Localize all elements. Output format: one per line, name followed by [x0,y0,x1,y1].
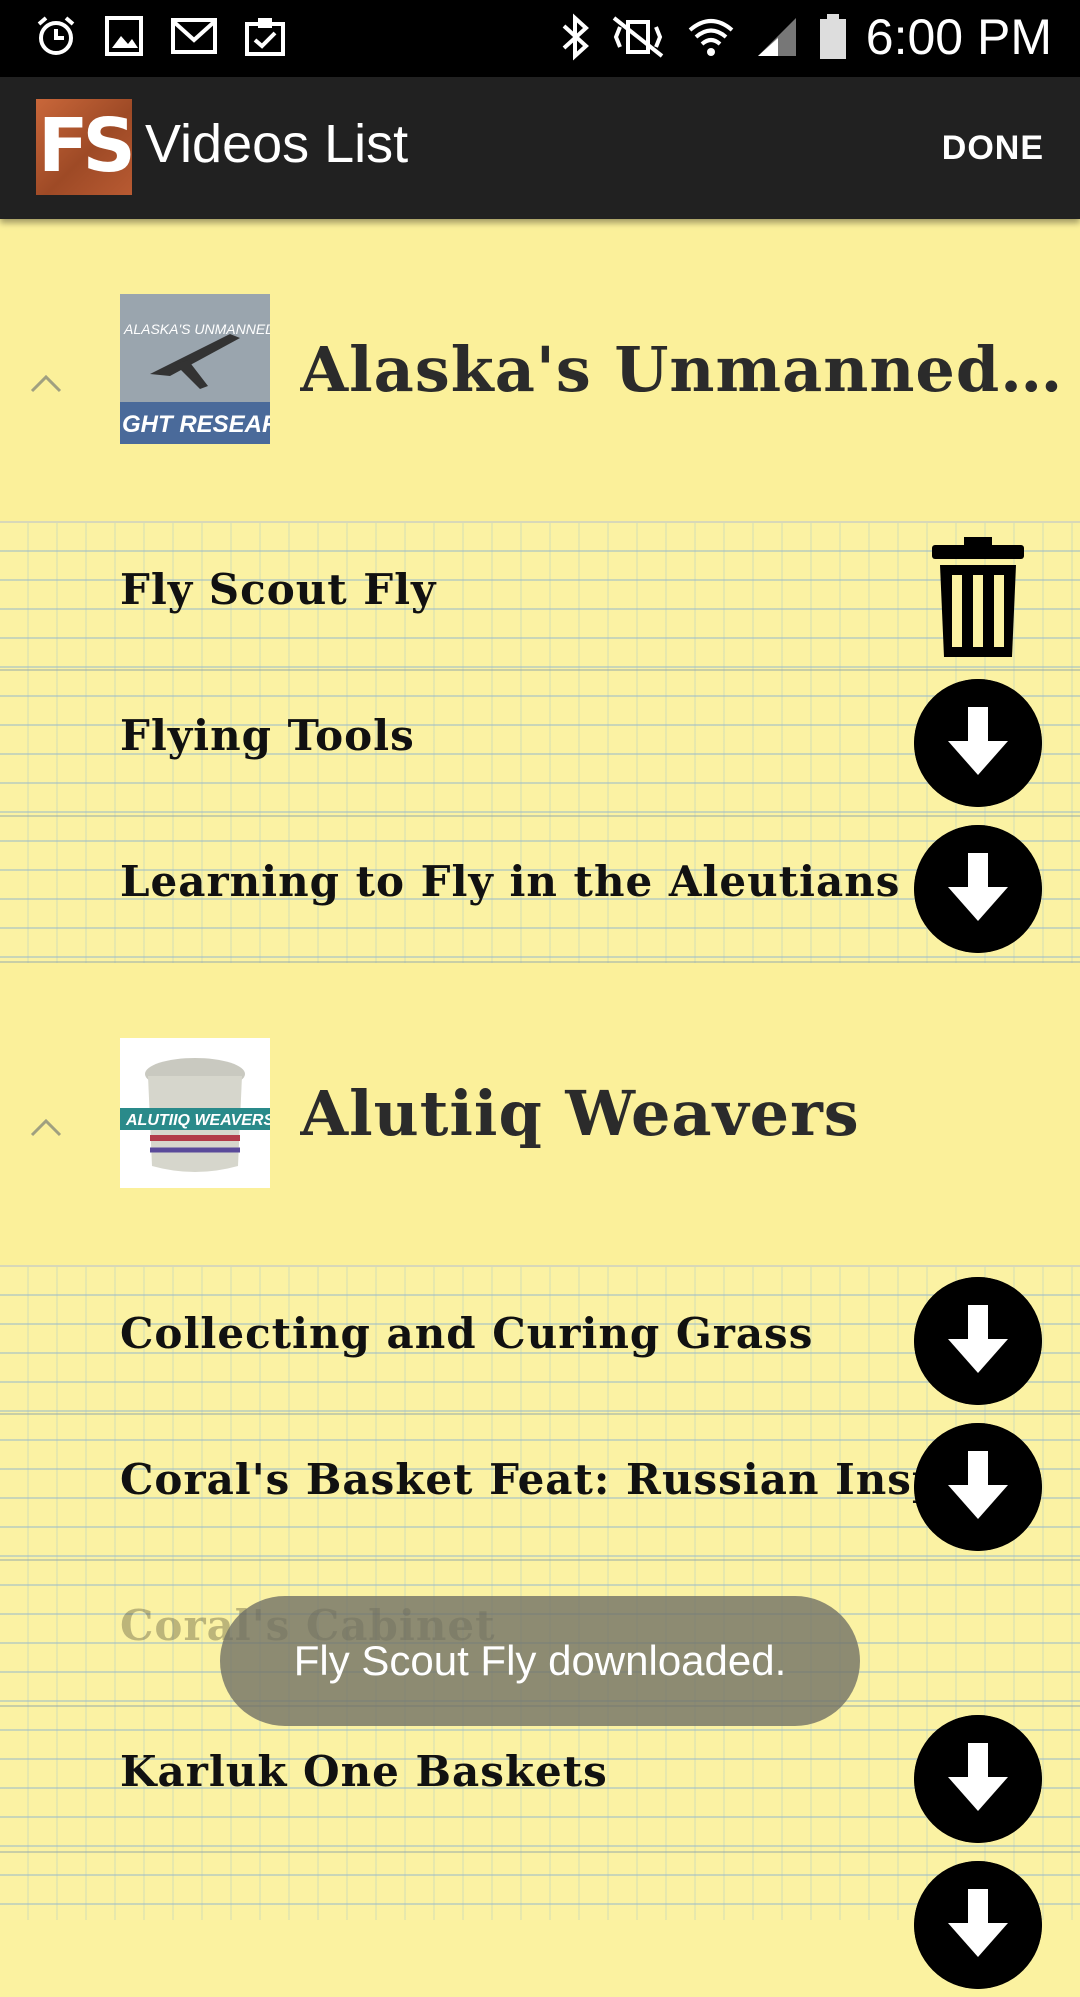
list-item[interactable]: Fly Scout Fly [0,523,1080,671]
download-icon[interactable] [914,679,1042,807]
battery-icon [819,14,846,59]
group-items-alaska: Fly Scout Fly Flying Tools Learning to F… [0,523,1080,963]
video-title: Learning to Fly in the Aleutians [120,857,901,906]
download-icon[interactable] [914,1715,1042,1843]
status-time: 6:00 PM [865,9,1052,65]
group-header-alutiiq[interactable]: ALUTIIQ WEAVERS Alutiiq Weavers [0,963,1080,1267]
group-thumbnail: ALUTIIQ WEAVERS [120,1038,274,1188]
thumbnail-caption: ALUTIIQ WEAVERS [125,1112,270,1129]
download-icon[interactable] [914,1277,1042,1405]
thumbnail-caption-top: ALASKA'S UNMANNED [123,321,270,337]
list-item[interactable] [0,1851,1080,1997]
clipboard-check-icon [245,18,285,56]
video-title: Karluk One Baskets [120,1747,608,1796]
list-item[interactable]: Karluk One Baskets [0,1705,1080,1853]
thumbnail-caption-bottom: GHT RESEAR [122,411,270,438]
video-title: Coral's Basket Feat: Russian Inspired [120,1455,1041,1504]
list-item[interactable]: Learning to Fly in the Aleutians [0,815,1080,963]
list-item[interactable]: Coral's Basket Feat: Russian Inspired [0,1413,1080,1561]
chevron-up-icon[interactable] [28,365,64,401]
video-title: Flying Tools [120,711,415,760]
gmail-icon [171,18,217,54]
list-item[interactable]: Flying Tools [0,669,1080,817]
app-logo: FS [36,99,136,195]
group-items-alutiiq: Collecting and Curing Grass Coral's Bask… [0,1267,1080,1989]
group-title: Alutiiq Weavers [300,1077,860,1150]
action-bar: FS Videos List DONE [0,77,1080,219]
signal-icon [757,18,796,56]
aircraft-thumbnail-image: ALASKA'S UNMANNED GHT RESEAR [120,294,280,444]
list-item[interactable]: Collecting and Curing Grass [0,1267,1080,1415]
group-thumbnail: ALASKA'S UNMANNED GHT RESEAR [120,294,280,444]
download-icon[interactable] [914,1423,1042,1551]
group-header-alaska[interactable]: ALASKA'S UNMANNED GHT RESEAR Alaska's Un… [0,219,1080,523]
download-icon[interactable] [914,1861,1042,1989]
vibrate-off-icon [612,16,664,58]
video-title: Collecting and Curing Grass [120,1309,814,1358]
bluetooth-icon [562,13,589,61]
alarm-icon [37,16,75,55]
trash-icon[interactable] [926,531,1030,661]
toast-text: Fly Scout Fly downloaded. [293,1637,787,1684]
wifi-icon [688,19,734,56]
app-logo-text: FS [38,103,136,189]
page-title: Videos List [145,114,409,174]
group-title: Alaska's Unmanned Aircr... [300,333,1075,406]
basket-thumbnail-image: ALUTIIQ WEAVERS [120,1038,274,1188]
image-icon [105,16,143,56]
status-bar: 6:00 PM [0,0,1080,77]
chevron-up-icon[interactable] [28,1109,64,1145]
download-icon[interactable] [914,825,1042,953]
toast-message: Fly Scout Fly downloaded. [220,1596,860,1726]
video-title: Fly Scout Fly [120,565,437,614]
done-button[interactable]: DONE [942,129,1044,168]
